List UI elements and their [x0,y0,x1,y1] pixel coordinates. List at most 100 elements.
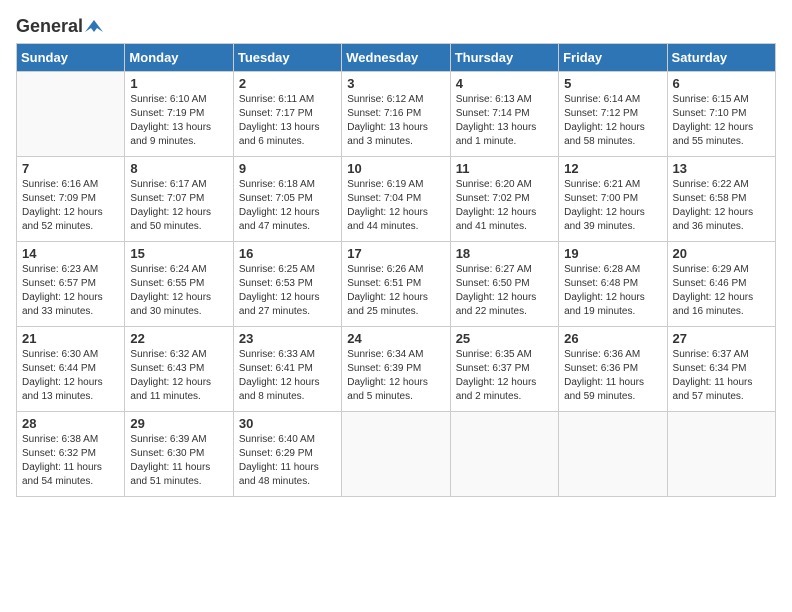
sun-info: Sunrise: 6:26 AMSunset: 6:51 PMDaylight:… [347,263,444,319]
day-number: 24 [347,331,444,346]
calendar-cell: 19Sunrise: 6:28 AMSunset: 6:48 PMDayligh… [559,242,667,327]
sun-info: Sunrise: 6:18 AMSunset: 7:05 PMDaylight:… [239,178,336,234]
logo: General [16,16,103,33]
day-number: 27 [673,331,770,346]
sun-info: Sunrise: 6:38 AMSunset: 6:32 PMDaylight:… [22,433,119,489]
sun-info: Sunrise: 6:37 AMSunset: 6:34 PMDaylight:… [673,348,770,404]
calendar-cell: 13 Sunrise: 6:22 AMSunset: 6:58 PMDayligh… [667,157,775,242]
calendar-cell: 14 Sunrise: 6:23 AMSunset: 6:57 PMDayligh… [17,242,125,327]
calendar-cell: 7 Sunrise: 6:16 AMSunset: 7:09 PMDaylight… [17,157,125,242]
sun-info: Sunrise: 6:39 AMSunset: 6:30 PMDaylight:… [130,433,227,489]
day-number: 2 [239,76,336,91]
day-number: 9 [239,161,336,176]
day-number: 8 [130,161,227,176]
calendar-cell: 22 Sunrise: 6:32 AMSunset: 6:43 PMDayligh… [125,327,233,412]
day-number: 17 [347,246,444,261]
day-number: 26 [564,331,661,346]
day-number: 3 [347,76,444,91]
sun-info: Sunrise: 6:32 AMSunset: 6:43 PMDaylight:… [130,348,227,404]
col-header-friday: Friday [559,44,667,72]
sun-info: Sunrise: 6:25 AMSunset: 6:53 PMDaylight:… [239,263,336,319]
sun-info: Sunrise: 6:17 AMSunset: 7:07 PMDaylight:… [130,178,227,234]
day-number: 19 [564,246,661,261]
day-number: 10 [347,161,444,176]
sun-info: Sunrise: 6:36 AMSunset: 6:36 PMDaylight:… [564,348,661,404]
logo-general: General [16,16,83,37]
day-number: 30 [239,416,336,431]
sun-info: Sunrise: 6:22 AMSunset: 6:58 PMDaylight:… [673,178,770,234]
calendar-cell: 8 Sunrise: 6:17 AMSunset: 7:07 PMDaylight… [125,157,233,242]
col-header-saturday: Saturday [667,44,775,72]
sun-info: Sunrise: 6:13 AMSunset: 7:14 PMDaylight:… [456,93,553,149]
sun-info: Sunrise: 6:14 AMSunset: 7:12 PMDaylight:… [564,93,661,149]
calendar-cell: 16 Sunrise: 6:25 AMSunset: 6:53 PMDayligh… [233,242,341,327]
sun-info: Sunrise: 6:30 AMSunset: 6:44 PMDaylight:… [22,348,119,404]
calendar-cell: 2 Sunrise: 6:11 AMSunset: 7:17 PMDaylight… [233,72,341,157]
sun-info: Sunrise: 6:20 AMSunset: 7:02 PMDaylight:… [456,178,553,234]
sun-info: Sunrise: 6:23 AMSunset: 6:57 PMDaylight:… [22,263,119,319]
sun-info: Sunrise: 6:19 AMSunset: 7:04 PMDaylight:… [347,178,444,234]
calendar-table: SundayMondayTuesdayWednesdayThursdayFrid… [16,43,776,497]
sun-info: Sunrise: 6:11 AMSunset: 7:17 PMDaylight:… [239,93,336,149]
sun-info: Sunrise: 6:16 AMSunset: 7:09 PMDaylight:… [22,178,119,234]
calendar-cell: 27 Sunrise: 6:37 AMSunset: 6:34 PMDayligh… [667,327,775,412]
calendar-cell [342,412,450,497]
day-number: 23 [239,331,336,346]
sun-info: Sunrise: 6:12 AMSunset: 7:16 PMDaylight:… [347,93,444,149]
day-number: 25 [456,331,553,346]
calendar-cell: 11Sunrise: 6:20 AMSunset: 7:02 PMDayligh… [450,157,558,242]
calendar-cell: 10 Sunrise: 6:19 AMSunset: 7:04 PMDayligh… [342,157,450,242]
calendar-cell: 24 Sunrise: 6:34 AMSunset: 6:39 PMDayligh… [342,327,450,412]
calendar-cell: 9 Sunrise: 6:18 AMSunset: 7:05 PMDaylight… [233,157,341,242]
calendar-cell: 26 Sunrise: 6:36 AMSunset: 6:36 PMDayligh… [559,327,667,412]
calendar-cell [667,412,775,497]
day-number: 18 [456,246,553,261]
calendar-cell: 18 Sunrise: 6:27 AMSunset: 6:50 PMDayligh… [450,242,558,327]
sun-info: Sunrise: 6:10 AMSunset: 7:19 PMDaylight:… [130,93,227,149]
sun-info: Sunrise: 6:27 AMSunset: 6:50 PMDaylight:… [456,263,553,319]
day-number: 28 [22,416,119,431]
day-number: 14 [22,246,119,261]
day-number: 12 [564,161,661,176]
day-number: 5 [564,76,661,91]
day-number: 21 [22,331,119,346]
calendar-cell: 6 Sunrise: 6:15 AMSunset: 7:10 PMDaylight… [667,72,775,157]
calendar-cell: 5 Sunrise: 6:14 AMSunset: 7:12 PMDaylight… [559,72,667,157]
calendar-cell: 12 Sunrise: 6:21 AMSunset: 7:00 PMDayligh… [559,157,667,242]
calendar-cell: 29 Sunrise: 6:39 AMSunset: 6:30 PMDayligh… [125,412,233,497]
day-number: 15 [130,246,227,261]
day-number: 20 [673,246,770,261]
day-number: 6 [673,76,770,91]
calendar-cell: 30Sunrise: 6:40 AMSunset: 6:29 PMDayligh… [233,412,341,497]
day-number: 13 [673,161,770,176]
calendar-cell: 17 Sunrise: 6:26 AMSunset: 6:51 PMDayligh… [342,242,450,327]
day-number: 22 [130,331,227,346]
sun-info: Sunrise: 6:15 AMSunset: 7:10 PMDaylight:… [673,93,770,149]
logo-bird-icon [85,18,103,36]
calendar-cell: 4 Sunrise: 6:13 AMSunset: 7:14 PMDaylight… [450,72,558,157]
col-header-thursday: Thursday [450,44,558,72]
sun-info: Sunrise: 6:24 AMSunset: 6:55 PMDaylight:… [130,263,227,319]
calendar-cell: 21 Sunrise: 6:30 AMSunset: 6:44 PMDayligh… [17,327,125,412]
calendar-cell: 23 Sunrise: 6:33 AMSunset: 6:41 PMDayligh… [233,327,341,412]
calendar-cell: 20 Sunrise: 6:29 AMSunset: 6:46 PMDayligh… [667,242,775,327]
sun-info: Sunrise: 6:35 AMSunset: 6:37 PMDaylight:… [456,348,553,404]
col-header-wednesday: Wednesday [342,44,450,72]
sun-info: Sunrise: 6:33 AMSunset: 6:41 PMDaylight:… [239,348,336,404]
day-number: 16 [239,246,336,261]
col-header-sunday: Sunday [17,44,125,72]
calendar-cell: 1Sunrise: 6:10 AMSunset: 7:19 PMDaylight… [125,72,233,157]
day-number: 29 [130,416,227,431]
calendar-cell [450,412,558,497]
day-number: 4 [456,76,553,91]
calendar-cell: 28 Sunrise: 6:38 AMSunset: 6:32 PMDayligh… [17,412,125,497]
calendar-cell [559,412,667,497]
col-header-tuesday: Tuesday [233,44,341,72]
header: General [16,16,776,33]
col-header-monday: Monday [125,44,233,72]
sun-info: Sunrise: 6:29 AMSunset: 6:46 PMDaylight:… [673,263,770,319]
day-number: 7 [22,161,119,176]
sun-info: Sunrise: 6:21 AMSunset: 7:00 PMDaylight:… [564,178,661,234]
calendar-cell: 3 Sunrise: 6:12 AMSunset: 7:16 PMDaylight… [342,72,450,157]
sun-info: Sunrise: 6:34 AMSunset: 6:39 PMDaylight:… [347,348,444,404]
